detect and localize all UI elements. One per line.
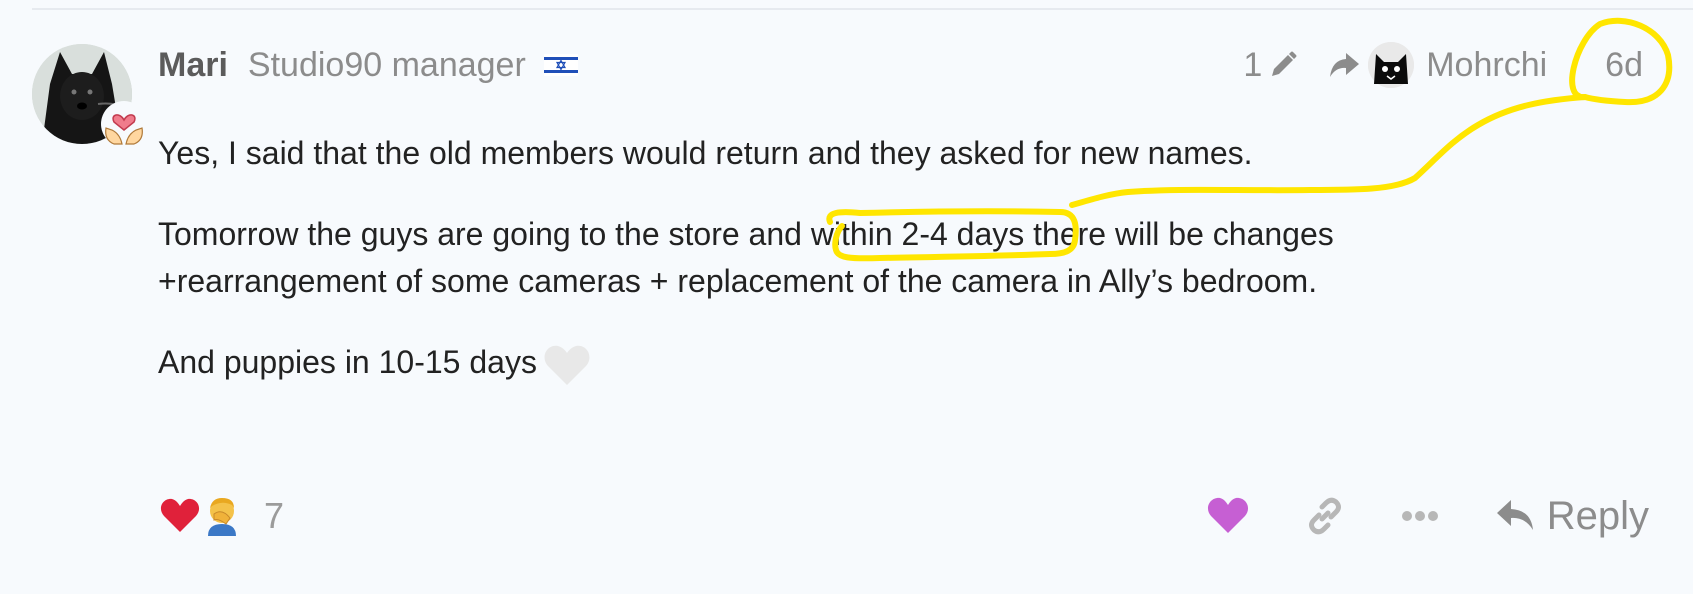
post-actions: Reply bbox=[1207, 490, 1649, 542]
share-arrow-icon bbox=[1330, 53, 1360, 77]
reactions-summary[interactable]: 7 bbox=[160, 492, 284, 540]
post-meta: 1 Mohrchi 6d bbox=[1243, 42, 1643, 88]
edit-history-button[interactable]: 1 bbox=[1243, 46, 1298, 85]
post-header: Mari Studio90 manager bbox=[158, 42, 578, 88]
reply-arrow-icon bbox=[1496, 500, 1533, 530]
author-title: Studio90 manager bbox=[247, 45, 526, 84]
post-body: Yes, I said that the old members would r… bbox=[158, 130, 1458, 421]
reply-button[interactable]: Reply bbox=[1495, 494, 1649, 539]
reply-label: Reply bbox=[1546, 493, 1649, 538]
post-text: Tomorrow the guys are going to the store… bbox=[158, 216, 811, 252]
reply-to-username: Mohrchi bbox=[1426, 45, 1548, 84]
highlighted-text: within 2-4 days bbox=[810, 216, 1025, 252]
reply-to-link[interactable]: Mohrchi bbox=[1328, 42, 1547, 88]
post-text: And puppies in 10-15 days bbox=[158, 344, 537, 380]
link-icon bbox=[1308, 497, 1341, 535]
israel-flag-icon bbox=[543, 54, 578, 76]
reply-to-avatar bbox=[1368, 42, 1415, 88]
edit-count: 1 bbox=[1243, 45, 1263, 84]
post-paragraph: Tomorrow the guys are going to the store… bbox=[158, 211, 1458, 305]
facepalm-emoji bbox=[208, 498, 236, 536]
reaction-count: 7 bbox=[264, 495, 285, 536]
more-icon bbox=[1401, 511, 1438, 521]
post-paragraph: And puppies in 10-15 days bbox=[158, 339, 1458, 387]
copy-link-button[interactable] bbox=[1305, 496, 1345, 536]
more-actions-button[interactable] bbox=[1401, 510, 1439, 522]
heart-hands-flair-icon bbox=[101, 101, 147, 147]
like-button[interactable] bbox=[1207, 497, 1249, 535]
heart-icon bbox=[160, 498, 200, 532]
pencil-icon bbox=[1272, 51, 1297, 76]
post-divider bbox=[32, 8, 1693, 10]
forum-post: Mari Studio90 manager 1 Mohrchi 6d Yes, … bbox=[0, 0, 1693, 594]
white-heart-icon bbox=[544, 345, 590, 385]
author-username[interactable]: Mari bbox=[158, 46, 228, 85]
cat-avatar-icon bbox=[1368, 42, 1415, 88]
like-heart-icon bbox=[1207, 497, 1248, 533]
post-date[interactable]: 6d bbox=[1605, 46, 1643, 85]
post-paragraph: Yes, I said that the old members would r… bbox=[158, 135, 1253, 171]
